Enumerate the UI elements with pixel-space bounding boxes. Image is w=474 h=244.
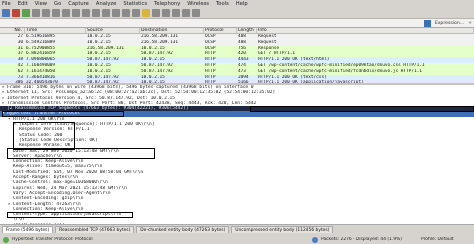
normal-size-icon[interactable] (182, 9, 190, 17)
go-forward-icon[interactable] (102, 9, 110, 17)
detail-text: Transmission Control Protocol, Src Port:… (7, 100, 257, 106)
reload-icon[interactable] (72, 9, 80, 17)
menu-help[interactable]: Help (236, 1, 248, 7)
detail-text: Content-Length: 47263\r\n (13, 201, 81, 207)
detail-text: Hypertext Transfer Protocol (7, 111, 81, 117)
capture-file-icon[interactable] (312, 236, 318, 243)
add-filter-button[interactable]: + (468, 21, 472, 26)
status-packet-count: Packets: 2276 · Displayed: 44 (1.9%) (321, 237, 402, 242)
menu-view[interactable]: View (35, 1, 47, 7)
detail-text: Ethernet II, Src: PcsCompu_a2:ab:2c (08:… (7, 90, 276, 96)
apply-filter-icon[interactable] (423, 20, 431, 27)
menu-go[interactable]: Go (54, 1, 61, 7)
menu-bar: File Edit View Go Capture Analyze Statistics Te… (0, 0, 255, 8)
column-header-protocol[interactable]: Protocol (204, 28, 237, 33)
detail-text: Frame 316: 5496 bytes on wire (43968 bit… (7, 85, 254, 90)
zoom-in-icon[interactable] (162, 9, 170, 17)
filter-actions: Expression... + (423, 20, 472, 27)
detail-text: \r\n (13, 217, 24, 223)
bytes-tab[interactable]: De-chunked entity body (47263 bytes) (136, 226, 230, 233)
menu-telephony[interactable]: Telephony (154, 1, 180, 7)
main-toolbar (0, 8, 474, 19)
detail-text: Connection: Keep-Alive\r\n (13, 206, 84, 212)
colorize-icon[interactable] (152, 9, 160, 17)
detail-text: HTTP/1.1 200 OK\r\n (13, 116, 65, 122)
bytes-tab[interactable]: Reassembled TCP (47663 bytes) (55, 226, 135, 233)
menu-file[interactable]: File (2, 1, 11, 7)
detail-text: Content-Encoding: gzip\r\n (13, 196, 84, 202)
detail-text: Response Phrase: OK (19, 143, 71, 149)
expert-info-icon[interactable] (3, 236, 9, 243)
bytes-tab[interactable]: Uncompressed entity body (112456 bytes) (231, 226, 334, 233)
open-file-icon[interactable] (42, 9, 50, 17)
status-bar: Frame (5496 bytes) Reassembled TCP (47663… (0, 224, 474, 244)
detail-text: Status Code: 200 (19, 132, 63, 138)
close-file-icon[interactable] (62, 9, 70, 17)
column-header-no[interactable]: No. (0, 28, 25, 33)
detail-text: [Expert Info (Chat/Sequence): HTTP/1.1 2… (19, 122, 155, 128)
detail-text: Last-Modified: Sat, 07 Nov 2020 08:58:04… (13, 169, 144, 175)
detail-text: [2 Reassembled TCP Segments (47663 bytes… (7, 106, 189, 112)
display-filter-bar[interactable]: Expression... + (0, 19, 474, 28)
status-field-info: Hypertext Transfer Protocol: Protocol (12, 237, 93, 242)
save-file-icon[interactable] (52, 9, 60, 17)
menu-capture[interactable]: Capture (68, 1, 89, 7)
detail-text: Vary: Accept-Encoding,User-Agent\r\n (13, 190, 111, 196)
resize-columns-icon[interactable] (192, 9, 200, 17)
detail-text: Date: Sat, 29 Nov 2020 15:13:48 GMT\r\n (13, 148, 119, 154)
status-profile[interactable]: Profile: Default (421, 237, 471, 242)
start-capture-icon[interactable] (2, 9, 10, 17)
go-back-icon[interactable] (92, 9, 100, 17)
status-line: Hypertext Transfer Protocol: Protocol Pa… (0, 234, 474, 244)
stop-capture-icon[interactable] (12, 9, 20, 17)
detail-text: Expires: Wed, 24 Mar 2021 15:13:48 GMT\r… (13, 185, 127, 191)
menu-statistics[interactable]: Statistics (123, 1, 147, 7)
detail-text: Accept-Ranges: bytes\r\n (13, 175, 79, 181)
menu-tools[interactable]: Tools (216, 1, 229, 7)
packet-details[interactable]: ▸ Frame 316: 5496 bytes on wire (43968 bi… (0, 85, 474, 224)
menu-analyze[interactable]: Analyze (96, 1, 116, 7)
detail-text: Connection: Keep-Alive\r\n (13, 159, 84, 165)
column-header-source[interactable]: Source (86, 28, 140, 33)
bytes-pane-tabs: Frame (5496 bytes) Reassembled TCP (47663… (2, 226, 334, 233)
search-icon[interactable] (82, 9, 90, 17)
expression-button[interactable]: Expression... (435, 21, 464, 26)
packet-list[interactable]: No. Time Source Destination Protocol Len… (0, 28, 474, 83)
options-icon[interactable] (32, 9, 40, 17)
detail-text: Cache-Control: max-age=10368000\r\n (13, 180, 108, 186)
detail-text: Server: Apache\r\n (13, 153, 62, 159)
detail-text: Content-Type: application/javascript\r\n (13, 212, 122, 218)
last-packet-icon[interactable] (132, 9, 140, 17)
autoscroll-icon[interactable] (142, 9, 150, 17)
column-header-destination[interactable]: Destination (140, 28, 204, 33)
detail-text: Internet Protocol Version 4, Src: 50.87.… (7, 95, 175, 101)
zoom-out-icon[interactable] (172, 9, 180, 17)
column-header-length[interactable]: Length (237, 28, 257, 33)
menu-wireless[interactable]: Wireless (187, 1, 209, 7)
detail-text: Keep-Alive: timeout=5, max=75\r\n (13, 164, 103, 170)
detail-text: Response Version: HTTP/1.1 (19, 127, 90, 133)
column-header-info[interactable]: Info (257, 28, 474, 33)
restart-capture-icon[interactable] (22, 9, 30, 17)
bytes-tab[interactable]: Frame (5496 bytes) (2, 226, 54, 233)
column-header-time[interactable]: Time (25, 28, 86, 33)
detail-text: [Status Code Description: OK] (19, 137, 98, 143)
go-to-packet-icon[interactable] (112, 9, 120, 17)
menu-edit[interactable]: Edit (18, 1, 28, 7)
first-packet-icon[interactable] (122, 9, 130, 17)
